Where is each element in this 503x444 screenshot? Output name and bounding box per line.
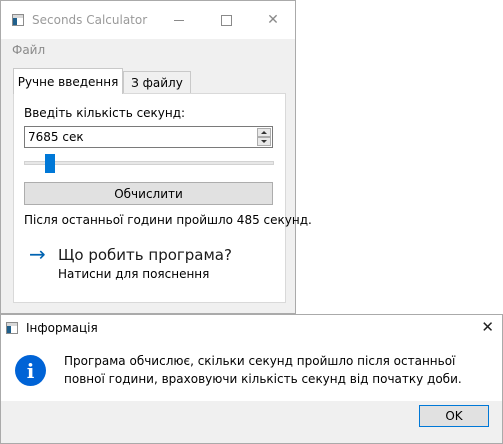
- maximize-icon: [220, 14, 232, 26]
- result-text: Після останньої години пройшло 485 секун…: [24, 213, 312, 227]
- dialog-message: Програма обчислює, скільки секунд пройшл…: [64, 354, 462, 386]
- arrow-right-icon[interactable]: →: [29, 244, 46, 264]
- slider-thumb[interactable]: [45, 154, 56, 173]
- arrow-up-icon: [261, 131, 267, 134]
- seconds-label: Введіть кількість секунд:: [24, 106, 186, 120]
- spin-up-button[interactable]: [257, 128, 271, 137]
- spin-down-button[interactable]: [257, 137, 271, 146]
- dialog-title-bar: Інформація ✕: [1, 315, 502, 341]
- app-window-icon: [12, 14, 24, 26]
- title-bar: Seconds Calculator ✕: [1, 1, 295, 39]
- seconds-slider[interactable]: [24, 153, 274, 173]
- dialog-footer: OK: [1, 401, 502, 443]
- window-title: Seconds Calculator: [32, 13, 148, 27]
- menu-bar: Файл: [1, 39, 295, 61]
- close-icon: ✕: [267, 12, 279, 28]
- tab-manual-input[interactable]: Ручне введення: [13, 68, 123, 94]
- minimize-icon: [174, 19, 184, 21]
- tab-from-file[interactable]: З файлу: [123, 71, 191, 95]
- dialog-window-icon: [6, 322, 18, 334]
- minimize-button[interactable]: [156, 1, 202, 39]
- seconds-spinbox[interactable]: [24, 126, 273, 148]
- arrow-down-icon: [261, 140, 267, 143]
- slider-track[interactable]: [24, 161, 274, 165]
- tab-from-file-label: З файлу: [131, 76, 183, 90]
- help-link-subtitle[interactable]: Натисни для пояснення: [58, 267, 209, 281]
- main-window: Seconds Calculator ✕ Файл Ручне введення…: [0, 0, 312, 314]
- help-link-title[interactable]: Що робить програма?: [58, 246, 232, 264]
- info-icon: i: [15, 355, 46, 386]
- dialog-close-icon[interactable]: ✕: [481, 318, 494, 336]
- ok-button[interactable]: OK: [419, 405, 489, 427]
- maximize-button[interactable]: [203, 1, 249, 39]
- close-button[interactable]: ✕: [250, 1, 296, 39]
- tab-manual-input-label: Ручне введення: [17, 74, 119, 89]
- menu-file[interactable]: Файл: [12, 43, 45, 57]
- dialog-body: i Програма обчислює, скільки секунд прой…: [1, 341, 502, 401]
- dialog-title: Інформація: [26, 321, 98, 335]
- seconds-input[interactable]: [28, 130, 248, 144]
- calculate-button[interactable]: Обчислити: [24, 182, 273, 205]
- info-dialog: Інформація ✕ i Програма обчислює, скільк…: [0, 314, 503, 444]
